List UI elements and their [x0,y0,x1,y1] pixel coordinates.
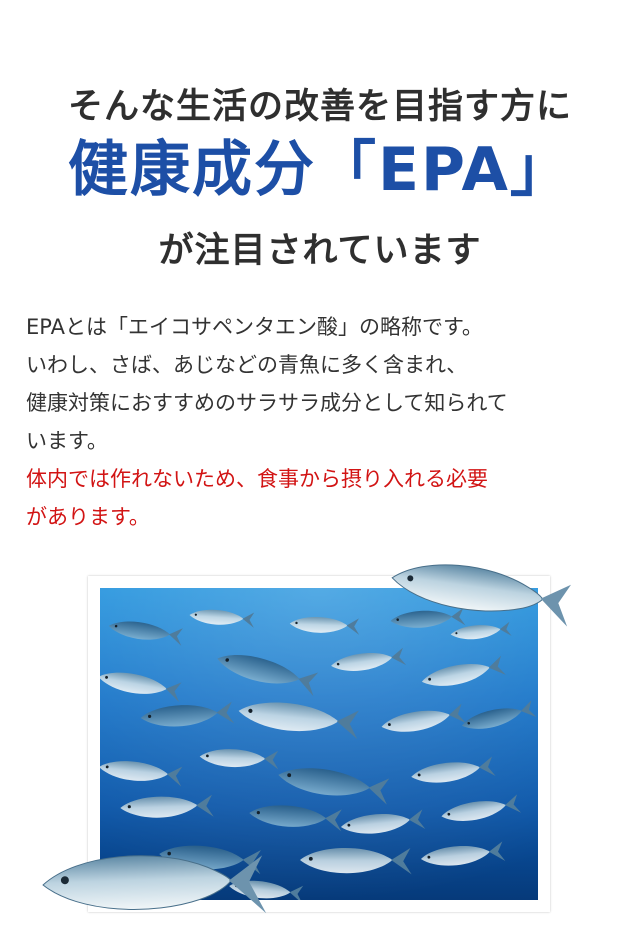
headline-attention: が注目されています [158,231,482,271]
headline-intro: そんな生活の改善を目指す方に [67,87,572,127]
description-line: います。 [26,429,108,453]
highlight-line: 体内では作れないため、食事から摂り入れる必要 [26,467,488,491]
epa-description: EPAとは「エイコサペンタエン酸」の略称です。 いわし、さば、あじなどの青魚に多… [26,308,618,536]
fish-school-photo [100,588,538,900]
highlight-line: があります。 [26,505,150,529]
description-line: EPAとは「エイコサペンタエン酸」の略称です。 [26,315,483,339]
description-line: いわし、さば、あじなどの青魚に多く含まれ、 [26,353,468,377]
headline-epa: 健康成分「EPA」 [68,135,572,205]
fish-school-illustration [100,588,538,900]
description-line: 健康対策におすすめのサラサラ成分として知られて [26,391,508,415]
